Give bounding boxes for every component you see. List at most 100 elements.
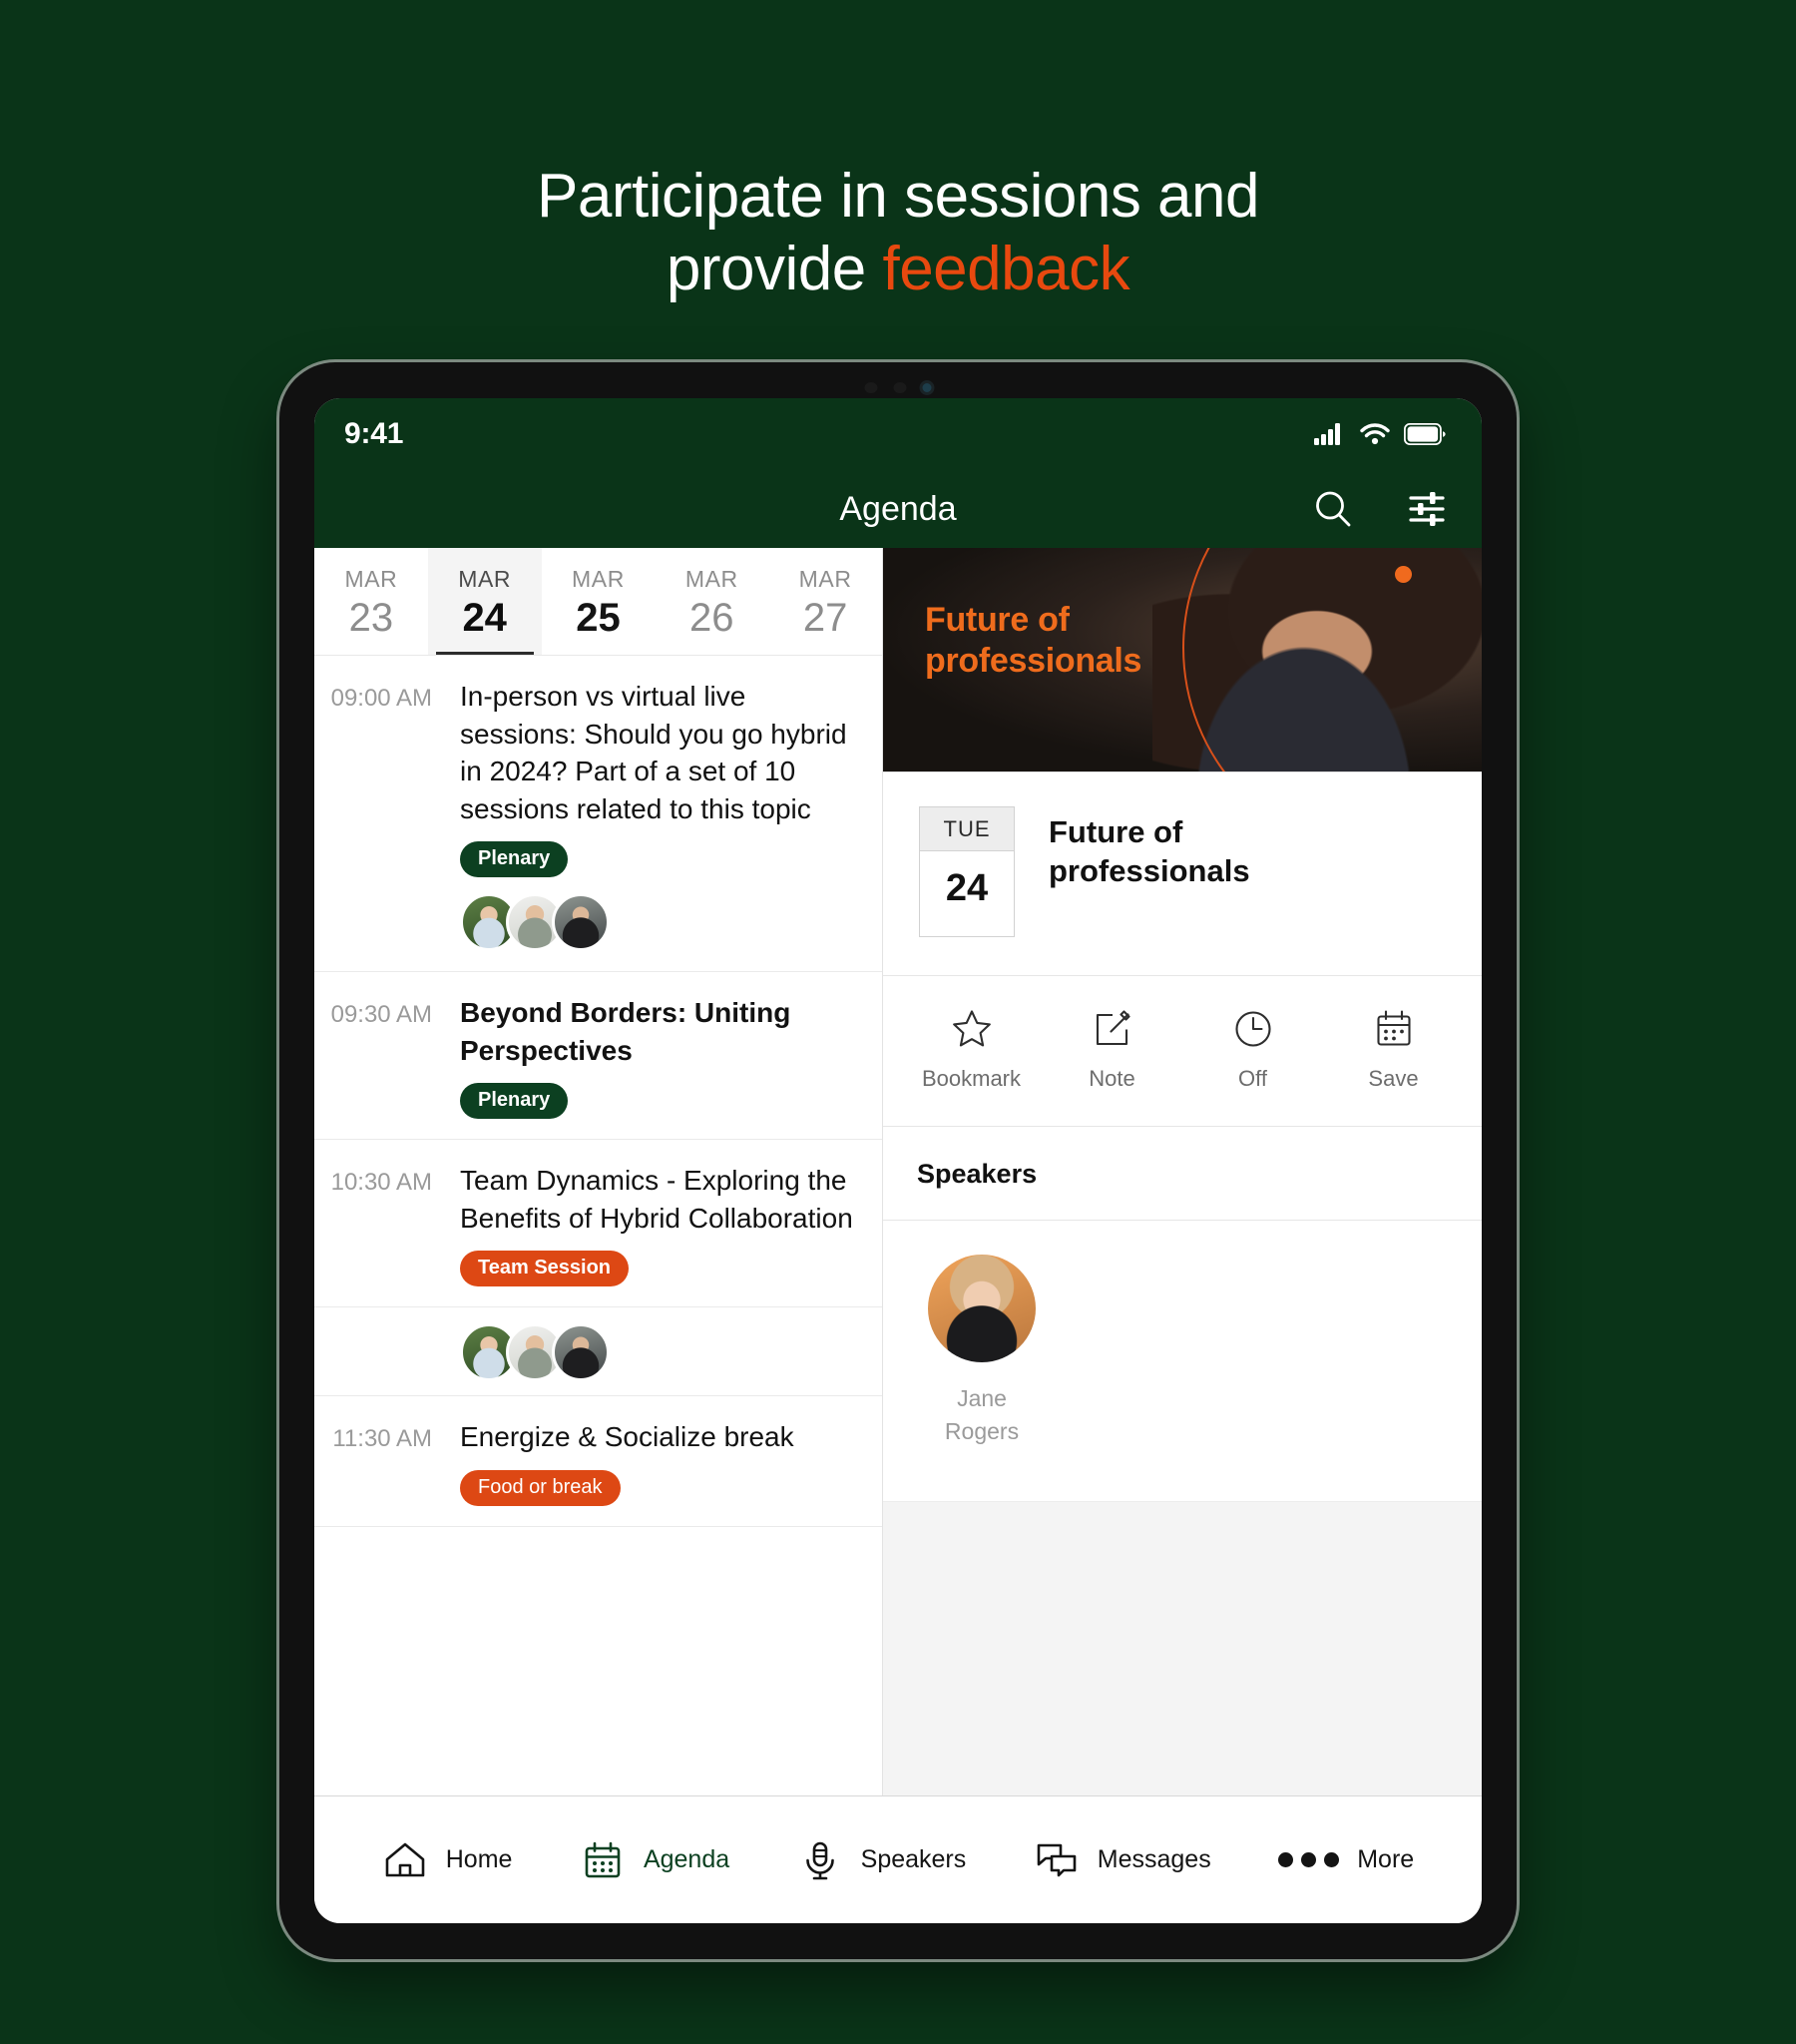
save-label: Save [1368, 1066, 1419, 1091]
app-nav-bar: Agenda [314, 470, 1482, 548]
session-detail-title: Future of professionals [1049, 806, 1250, 890]
session-badge: Plenary [460, 841, 569, 878]
bookmark-button[interactable]: Bookmark [901, 1006, 1042, 1092]
date-tab-day: 25 [576, 596, 621, 641]
save-button[interactable]: Save [1323, 1006, 1464, 1092]
date-tab-day: 24 [462, 596, 507, 641]
session-list-item[interactable]: 09:30 AM Beyond Borders: Uniting Perspec… [314, 972, 882, 1141]
date-tab-3[interactable]: MAR 26 [655, 548, 768, 655]
session-speaker-avatars[interactable] [460, 893, 862, 952]
avatar [928, 1255, 1036, 1362]
bottom-tab-bar: Home Agenda Speakers Messages More [314, 1795, 1482, 1923]
promo-line-2: provide feedback [0, 233, 1796, 305]
tab-speakers[interactable]: Speakers [797, 1837, 966, 1883]
calendar-icon [580, 1837, 626, 1883]
front-camera-cluster [864, 382, 932, 393]
note-button[interactable]: Note [1042, 1006, 1182, 1092]
session-list-item[interactable]: 10:30 AM Team Dynamics - Exploring the B… [314, 1140, 882, 1308]
tab-more[interactable]: More [1278, 1845, 1414, 1874]
tablet-screen: 9:41 Agenda MAR 23 MAR 24 MAR 25 MAR 26 … [314, 398, 1482, 1923]
date-tab-month: MAR [458, 566, 512, 592]
session-list-item[interactable]: 11:30 AM Energize & Socialize break Food… [314, 1396, 882, 1527]
date-tab-2[interactable]: MAR 25 [542, 548, 656, 655]
session-badge: Plenary [460, 1083, 569, 1120]
calendar-icon [1323, 1006, 1464, 1052]
status-bar: 9:41 [314, 398, 1482, 470]
date-tab-0[interactable]: MAR 23 [314, 548, 428, 655]
chat-bubbles-icon [1034, 1837, 1080, 1883]
tab-home[interactable]: Home [382, 1837, 513, 1883]
camera-lens-icon [922, 383, 932, 392]
tab-agenda[interactable]: Agenda [580, 1837, 729, 1883]
status-bar-icons [1314, 423, 1446, 445]
session-badge: Team Session [460, 1251, 630, 1287]
filter-sliders-icon[interactable] [1406, 488, 1448, 530]
date-tab-month: MAR [798, 566, 852, 592]
hero-dot-decoration [1395, 566, 1412, 583]
speakers-list: Jane Rogers [883, 1221, 1482, 1449]
session-detail-title-line-1: Future of [1049, 814, 1183, 849]
session-badge: Food or break [460, 1469, 621, 1506]
session-speaker-avatars[interactable] [460, 1323, 862, 1382]
session-hero-banner: Future of professionals [883, 548, 1482, 772]
date-tab-month: MAR [572, 566, 625, 592]
session-body: Team Dynamics - Exploring the Benefits o… [446, 1162, 862, 1287]
tab-home-label: Home [445, 1845, 513, 1873]
signal-icon [1314, 423, 1346, 445]
date-tab-strip: MAR 23 MAR 24 MAR 25 MAR 26 MAR 27 [314, 548, 882, 657]
microphone-icon [797, 1837, 843, 1883]
tablet-device-frame: 9:41 Agenda MAR 23 MAR 24 MAR 25 MAR 26 … [279, 362, 1517, 1959]
main-content: MAR 23 MAR 24 MAR 25 MAR 26 MAR 27 09:00… [314, 548, 1482, 1795]
promo-accent-word: feedback [882, 235, 1130, 304]
agenda-list-pane: MAR 23 MAR 24 MAR 25 MAR 26 MAR 27 09:00… [314, 548, 883, 1795]
wifi-icon [1360, 423, 1390, 445]
promo-line-2-prefix: provide [666, 235, 883, 304]
home-icon [382, 1837, 428, 1883]
speaker-last-name: Rogers [944, 1418, 1020, 1445]
search-icon[interactable] [1312, 488, 1354, 530]
promo-line-1: Participate in sessions and [536, 162, 1260, 231]
session-avatar-row-body [446, 1323, 862, 1382]
tab-messages-label: Messages [1097, 1845, 1211, 1873]
session-list-item[interactable]: 09:00 AM In-person vs virtual live sessi… [314, 656, 882, 973]
session-date-weekday: TUE [920, 807, 1014, 851]
session-time: 10:30 AM [330, 1169, 432, 1197]
session-time: 09:00 AM [330, 685, 432, 713]
session-body: In-person vs virtual live sessions: Shou… [446, 678, 862, 952]
page-title: Agenda [839, 489, 957, 528]
date-tab-day: 23 [348, 596, 394, 641]
clock-icon [1182, 1006, 1323, 1052]
star-icon [901, 1006, 1042, 1052]
avatar [552, 893, 610, 952]
date-tab-4[interactable]: MAR 27 [768, 548, 882, 655]
date-tab-1[interactable]: MAR 24 [427, 548, 542, 656]
session-time: 09:30 AM [330, 1001, 432, 1029]
speaker-card[interactable]: Jane Rogers [917, 1255, 1047, 1449]
session-avatar-row[interactable] [314, 1307, 882, 1397]
nav-bar-actions [1312, 488, 1448, 530]
session-body: Energize & Socialize break Food or break [446, 1418, 862, 1506]
session-detail-title-line-2: professionals [1049, 853, 1250, 889]
tab-more-label: More [1357, 1845, 1415, 1873]
note-label: Note [1089, 1066, 1135, 1091]
note-pencil-icon [1042, 1006, 1182, 1052]
hero-arc-decoration [1182, 548, 1482, 771]
session-action-row: Bookmark Note Off Save [883, 976, 1482, 1127]
tab-agenda-label: Agenda [643, 1845, 730, 1873]
session-title: Energize & Socialize break [460, 1421, 794, 1453]
hero-title: Future of professionals [925, 600, 1141, 683]
speaker-first-name: Jane [957, 1385, 1007, 1411]
tab-messages[interactable]: Messages [1034, 1837, 1211, 1883]
speakers-heading: Speakers [883, 1127, 1482, 1221]
session-date-day: 24 [945, 867, 989, 909]
hero-title-line-2: professionals [925, 642, 1142, 681]
date-tab-day: 27 [802, 596, 848, 641]
hero-title-line-1: Future of [925, 601, 1070, 639]
session-date-card: TUE 24 [919, 806, 1015, 937]
session-detail-pane: Future of professionals TUE 24 Future of… [883, 548, 1482, 1795]
reminder-toggle-button[interactable]: Off [1182, 1006, 1323, 1092]
sensor-dot-2 [893, 382, 907, 393]
status-bar-clock: 9:41 [344, 417, 404, 450]
bookmark-label: Bookmark [921, 1066, 1022, 1091]
speaker-name: Jane Rogers [917, 1382, 1047, 1449]
